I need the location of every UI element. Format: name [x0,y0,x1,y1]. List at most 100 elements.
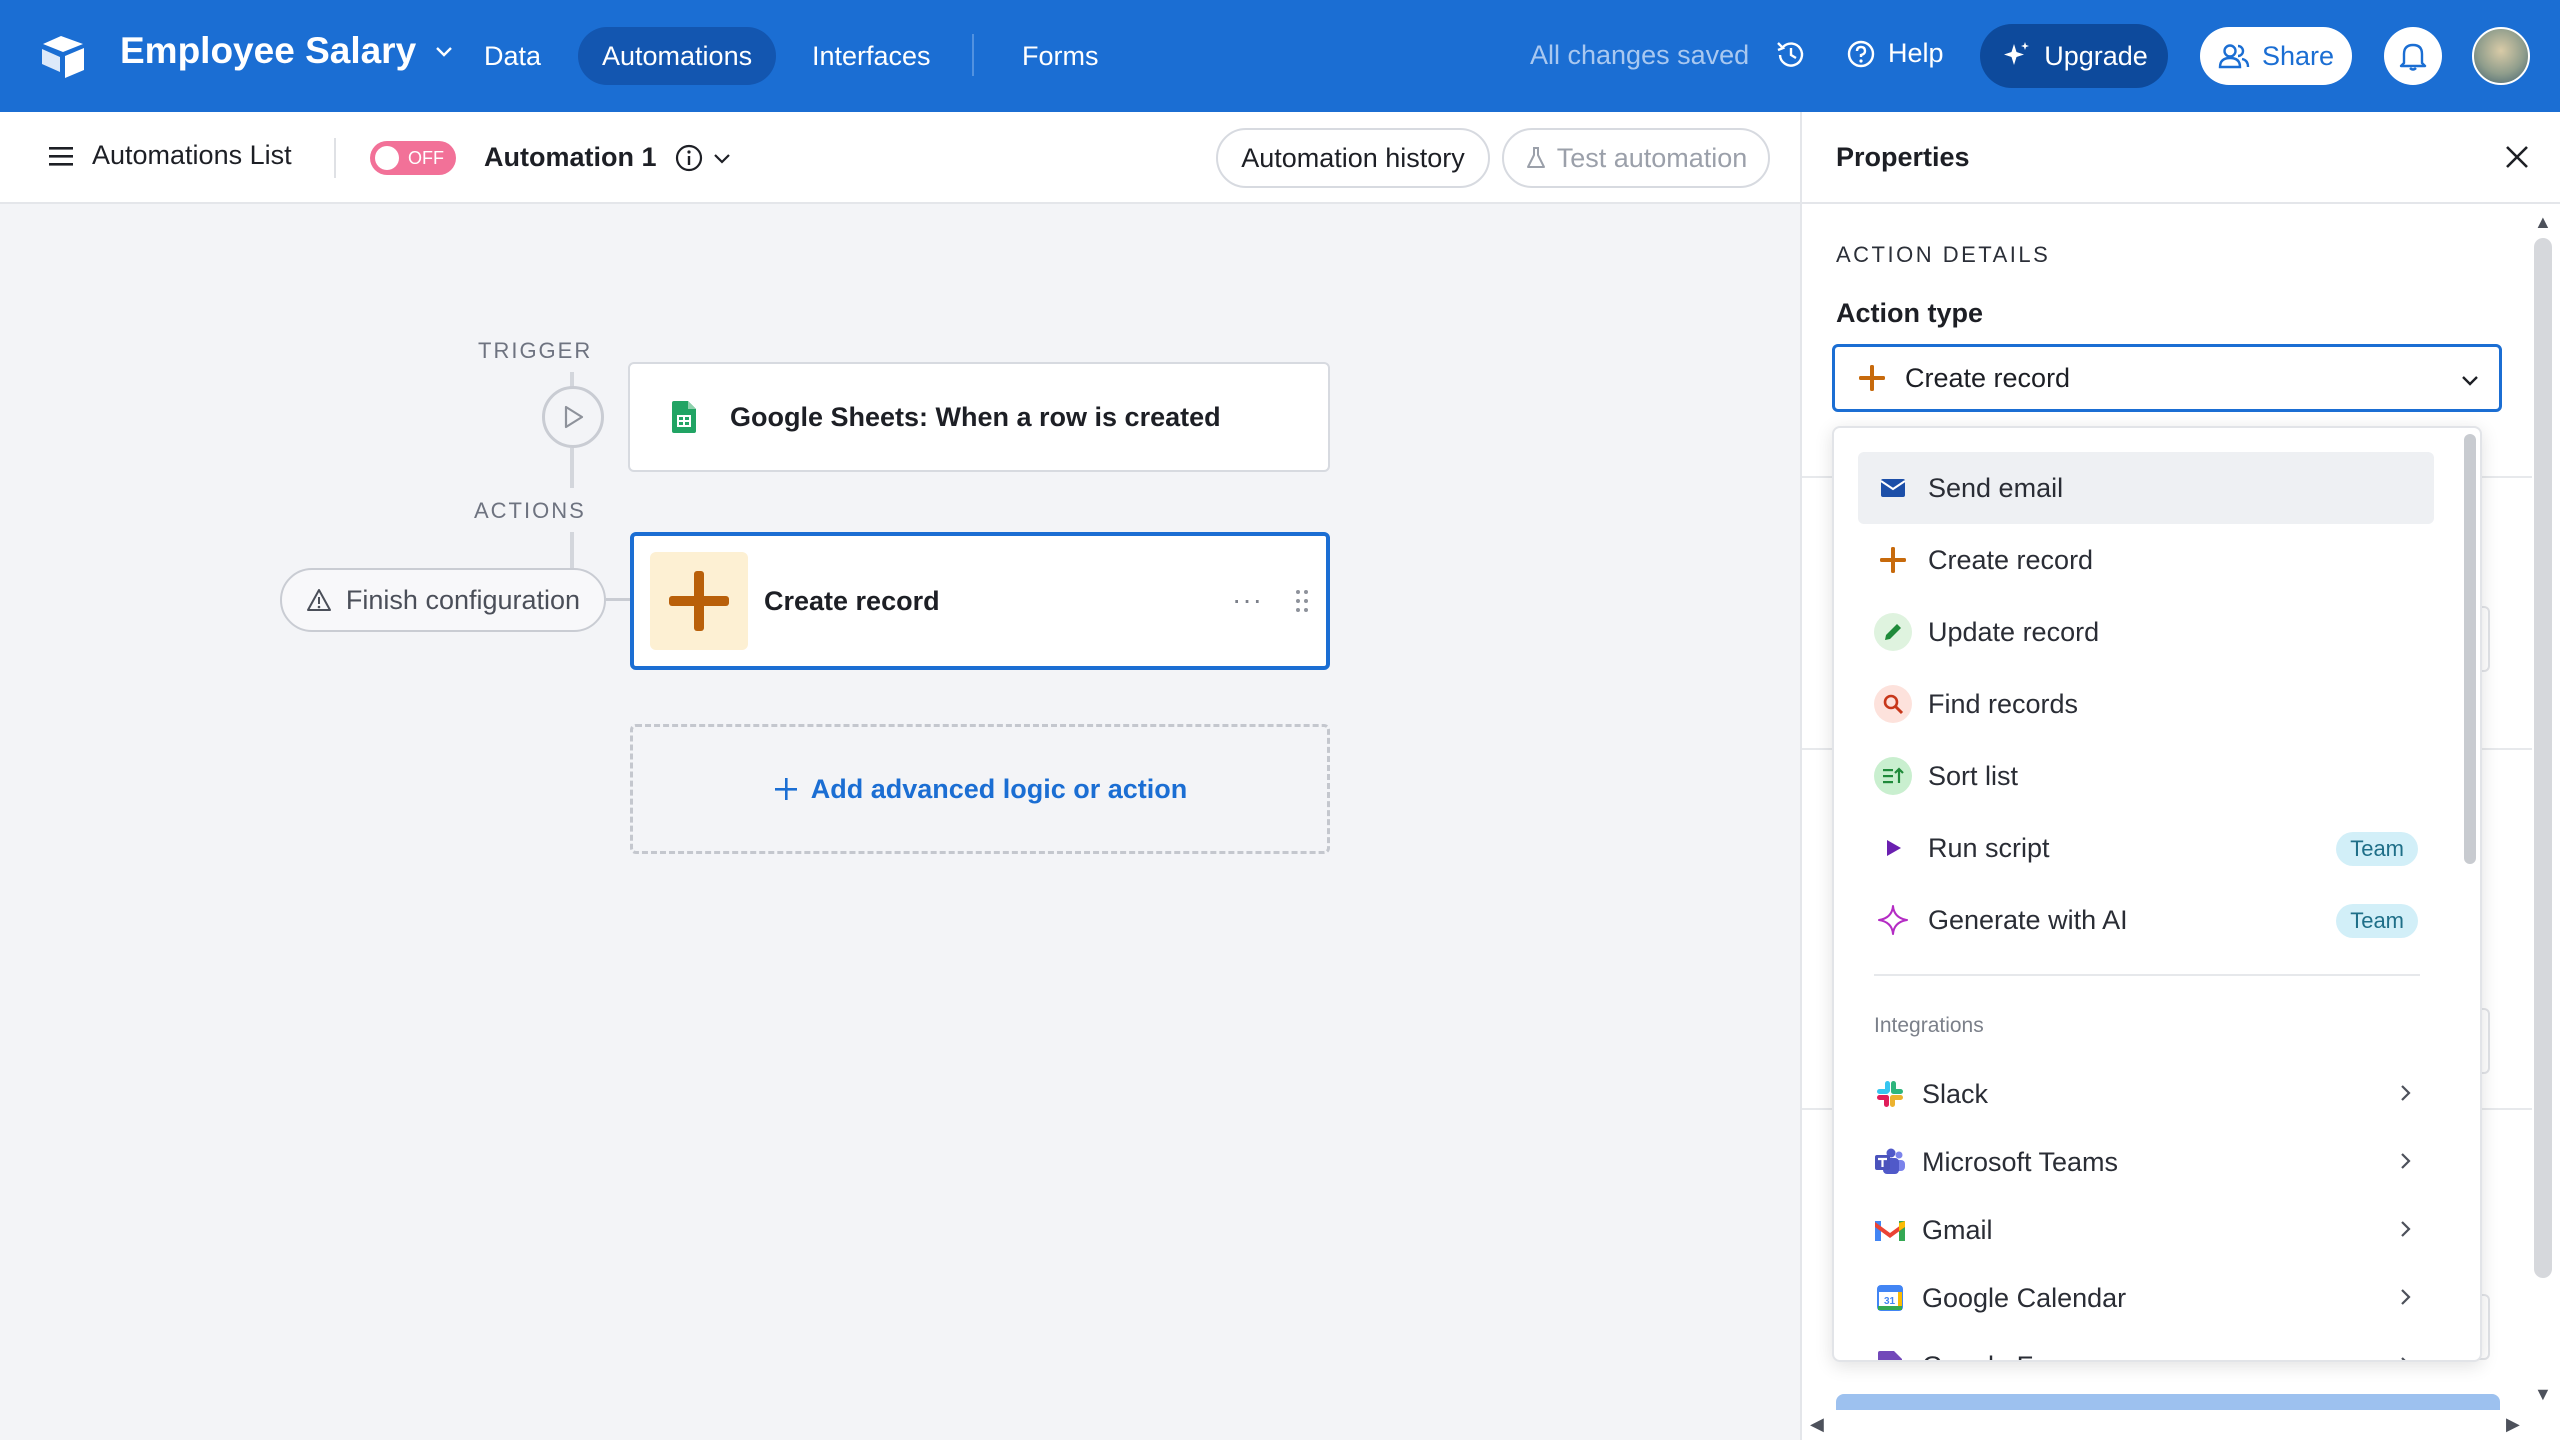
pencil-icon [1874,613,1912,651]
option-label: Run script [1928,832,2050,863]
automation-canvas: TRIGGER Google Sheets: When a row is cre… [0,204,1800,1440]
toggle-state: OFF [408,148,444,168]
option-send-email[interactable]: Send email [1858,452,2434,524]
share-label: Share [2261,40,2335,71]
more-options-icon[interactable]: ··· [1232,584,1263,616]
gmail-icon [1874,1214,1906,1246]
option-label: Update record [1928,616,2100,647]
automations-list-label: Automations List [92,140,292,170]
primary-action-button[interactable] [1836,1394,2500,1410]
automations-list-button[interactable]: Automations List [48,140,292,171]
plus-icon [1859,365,1885,391]
option-google-calendar[interactable]: 31 Google Calendar [1858,1264,2434,1332]
chevron-down-icon [2462,376,2478,386]
option-sort-list[interactable]: Sort list [1858,740,2434,812]
finish-configuration-button[interactable]: Finish configuration [280,568,606,632]
dropdown-scrollbar[interactable] [2464,434,2476,864]
option-microsoft-teams[interactable]: Microsoft Teams [1858,1128,2434,1196]
scroll-up-arrow[interactable]: ▲ [2534,212,2552,233]
run-trigger-button[interactable] [542,386,604,448]
option-label: Slack [1922,1078,1989,1109]
sparkle-icon [2004,42,2030,65]
base-name-text: Employee Salary [120,30,417,71]
trigger-text: Google Sheets: When a row is created [730,401,1221,432]
trigger-card[interactable]: Google Sheets: When a row is created [628,362,1330,472]
forms-icon [1874,1350,1906,1360]
automation-toggle[interactable]: OFF [370,141,456,175]
info-icon[interactable] [674,143,704,173]
chevron-right-icon [2401,1357,2406,1360]
panel-title: Properties [1836,142,1970,172]
save-status: All changes saved [1530,40,1750,70]
action-type-dropdown: Send email Create record Update record F… [1832,426,2482,1362]
toggle-knob [375,146,399,170]
add-logic-or-action-button[interactable]: Add advanced logic or action [630,724,1330,854]
upgrade-label: Upgrade [2044,40,2148,71]
scroll-down-arrow[interactable]: ▼ [2534,1384,2552,1405]
top-navigation-bar: Employee Salary Data Automations Interfa… [0,0,2560,112]
option-generate-with-ai[interactable]: Generate with AI Team [1858,884,2434,956]
chevron-right-icon [2401,1085,2411,1101]
option-create-record[interactable]: Create record [1858,524,2434,596]
close-icon[interactable] [2502,142,2532,172]
app-logo-icon[interactable] [40,34,86,78]
chevron-right-icon [2401,1289,2411,1305]
option-gmail[interactable]: Gmail [1858,1196,2434,1264]
finish-configuration-label: Finish configuration [345,584,581,615]
create-record-icon [650,552,748,650]
add-logic-label: Add advanced logic or action [810,773,1188,804]
tab-interfaces[interactable]: Interfaces [788,27,955,85]
user-avatar[interactable] [2472,27,2530,85]
option-label: Send email [1928,472,2064,503]
option-label: Generate with AI [1928,904,2128,935]
people-icon [2218,44,2250,69]
tab-forms[interactable]: Forms [998,27,1123,85]
scroll-left-arrow[interactable]: ◀ [1810,1414,1824,1435]
option-google-forms[interactable]: Google Forms [1858,1332,2434,1360]
automation-name[interactable]: Automation 1 [484,142,657,173]
option-label: Gmail [1922,1214,1993,1245]
help-button[interactable]: Help [1846,38,1944,69]
base-name-menu[interactable]: Employee Salary [120,30,454,72]
dropdown-divider [1874,974,2420,976]
flask-icon [1526,147,1545,168]
share-button[interactable]: Share [2200,27,2352,85]
play-icon [1874,829,1912,867]
trigger-section-label: TRIGGER [478,338,593,363]
action-card-create-record[interactable]: Create record ··· [630,532,1330,670]
option-find-records[interactable]: Find records [1858,668,2434,740]
history-icon[interactable] [1774,38,1808,72]
action-details-title: ACTION DETAILS [1836,242,2051,267]
integrations-section-label: Integrations [1874,1014,1984,1037]
option-label: Google Calendar [1922,1282,2127,1313]
hamburger-icon [49,146,73,166]
notifications-button[interactable] [2384,27,2442,85]
upgrade-button[interactable]: Upgrade [1980,24,2168,88]
header-divider [334,138,336,178]
option-slack[interactable]: Slack [1858,1060,2434,1128]
mail-icon [1874,469,1912,507]
automation-history-label: Automation history [1241,142,1465,173]
svg-text:31: 31 [1884,1296,1896,1307]
tab-data[interactable]: Data [460,27,565,85]
bell-icon [2399,43,2427,71]
team-plan-badge: Team [2336,904,2418,938]
option-label: Create record [1928,544,2094,575]
chevron-down-icon[interactable] [712,148,732,168]
option-update-record[interactable]: Update record [1858,596,2434,668]
automation-header: Automations List OFF Automation 1 Automa… [0,112,1800,204]
test-automation-button[interactable]: Test automation [1502,128,1770,188]
flow-connector [570,448,574,488]
action-type-select[interactable]: Create record [1832,344,2502,412]
panel-scrollbar[interactable] [2534,238,2552,1278]
automation-history-button[interactable]: Automation history [1216,128,1490,188]
help-icon [1847,40,1875,67]
action-type-label: Action type [1836,298,1984,328]
drag-handle-icon[interactable] [1294,588,1310,614]
tab-automations[interactable]: Automations [578,27,777,85]
option-run-script[interactable]: Run script Team [1858,812,2434,884]
sort-icon [1874,757,1912,795]
scroll-right-arrow[interactable]: ▶ [2506,1414,2520,1435]
play-icon [564,405,584,429]
option-label: Find records [1928,688,2079,719]
